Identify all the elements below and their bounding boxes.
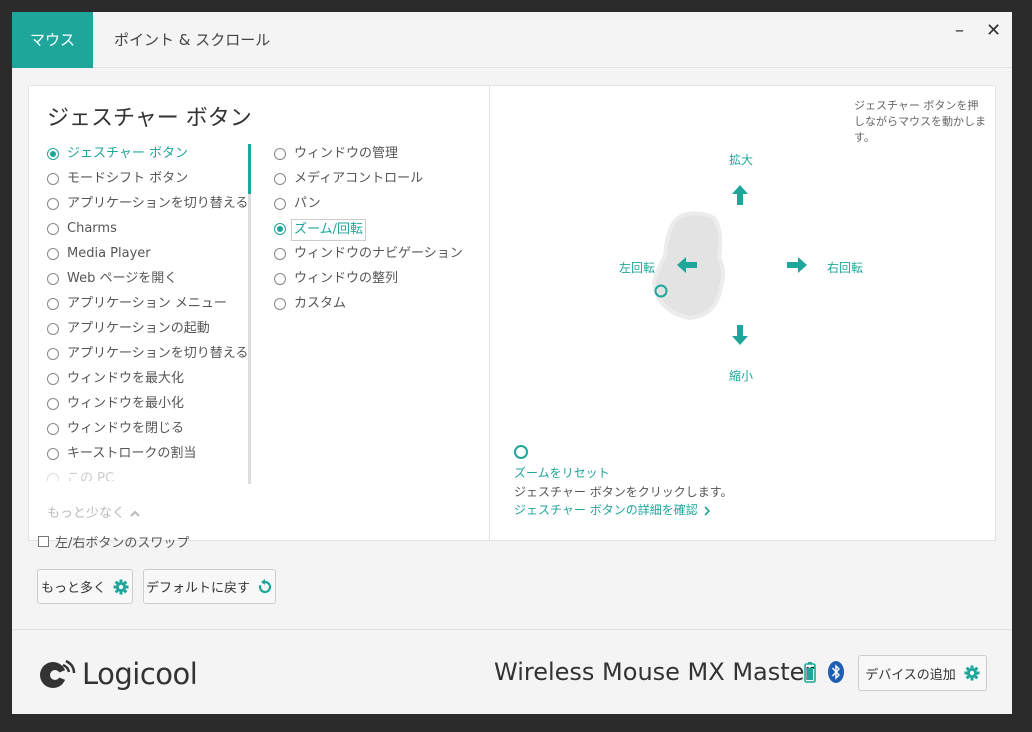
- show-less-button[interactable]: もっと少なく: [47, 502, 141, 521]
- options-window: マウス ポイント & スクロール – ✕ ジェスチャー ボタン ジェスチャー ボ…: [12, 12, 1012, 714]
- radio-icon: [47, 248, 59, 260]
- list-item[interactable]: この PC: [47, 469, 248, 481]
- zoom-in-label: 拡大: [729, 153, 754, 167]
- panel-title: ジェスチャー ボタン: [47, 106, 252, 131]
- reset-zoom-description: ジェスチャー ボタンをクリックします。: [514, 485, 733, 499]
- add-device-button[interactable]: デバイスの追加: [858, 655, 987, 691]
- zoom-out-label: 縮小: [729, 369, 754, 383]
- list-item[interactable]: ウィンドウの整列: [274, 269, 463, 294]
- tab-point-scroll[interactable]: ポイント & スクロール: [114, 12, 270, 68]
- list-item[interactable]: ウィンドウの管理: [274, 144, 463, 169]
- swap-buttons-checkbox[interactable]: 左/右ボタンのスワップ: [38, 533, 189, 549]
- radio-icon: [47, 348, 59, 360]
- list-item[interactable]: キーストロークの割当: [47, 444, 248, 469]
- radio-icon: [47, 423, 59, 435]
- list-item[interactable]: Media Player: [47, 244, 248, 269]
- more-button[interactable]: もっと多く: [37, 569, 133, 604]
- radio-icon: [47, 373, 59, 385]
- footer: Logicool Wireless Mouse MX Master デバイスの追…: [12, 629, 1012, 714]
- radio-selected-icon: [274, 223, 286, 235]
- list-item[interactable]: Charms: [47, 219, 248, 244]
- radio-icon: [274, 298, 286, 310]
- list-item[interactable]: カスタム: [274, 294, 463, 319]
- radio-icon: [47, 173, 59, 185]
- radio-icon: [47, 298, 59, 310]
- list-item[interactable]: アプリケーション メニュー: [47, 294, 248, 319]
- list-item[interactable]: ウィンドウを最小化: [47, 394, 248, 419]
- minimize-button[interactable]: –: [955, 20, 964, 41]
- rotate-left-label: 左回転: [619, 261, 656, 275]
- list-item[interactable]: ジェスチャー ボタン: [47, 144, 248, 169]
- list-item[interactable]: アプリケーションの起動: [47, 319, 248, 344]
- action-list-pane: ジェスチャー ボタン ジェスチャー ボタン モードシフト ボタン アプリケーショ…: [29, 86, 490, 540]
- restore-default-button[interactable]: デフォルトに戻す: [143, 569, 276, 604]
- action-list-left: ジェスチャー ボタン モードシフト ボタン アプリケーションを切り替える Cha…: [47, 144, 248, 481]
- list-scrollbar-thumb[interactable]: [248, 144, 251, 194]
- radio-icon: [47, 323, 59, 335]
- reset-zoom-title: ズームをリセット: [514, 466, 610, 480]
- bluetooth-icon: [828, 661, 844, 683]
- rotate-right-label: 右回転: [827, 261, 864, 275]
- list-item[interactable]: ウィンドウを最大化: [47, 369, 248, 394]
- reset-icon: [258, 578, 272, 593]
- list-item[interactable]: モードシフト ボタン: [47, 169, 248, 194]
- close-button[interactable]: ✕: [986, 20, 1001, 41]
- reset-zoom-icon: [514, 445, 528, 459]
- gesture-details-link[interactable]: ジェスチャー ボタンの詳細を確認: [514, 501, 712, 518]
- arrow-right-icon: [787, 257, 807, 273]
- arrow-down-icon: [732, 325, 748, 345]
- radio-selected-icon: [47, 148, 59, 160]
- chevron-up-icon: [130, 510, 140, 517]
- arrow-left-icon: [677, 257, 697, 273]
- device-name: Wireless Mouse MX Master: [494, 658, 815, 686]
- action-list-right: ウィンドウの管理 メディアコントロール パン ズーム/回転 ウィンドウのナビゲー…: [274, 144, 463, 319]
- radio-icon: [274, 198, 286, 210]
- gear-icon: [964, 665, 980, 681]
- list-item[interactable]: メディアコントロール: [274, 169, 463, 194]
- list-item[interactable]: ズーム/回転: [274, 219, 463, 244]
- tab-mouse[interactable]: マウス: [12, 12, 93, 68]
- list-item[interactable]: パン: [274, 194, 463, 219]
- chevron-right-icon: [703, 505, 710, 516]
- logicool-logo: Logicool: [38, 657, 198, 691]
- logicool-logo-icon: [40, 659, 76, 688]
- checkbox-icon: [38, 535, 49, 547]
- list-item[interactable]: ウィンドウを閉じる: [47, 419, 248, 444]
- list-scrollbar-track[interactable]: [248, 144, 251, 484]
- list-item[interactable]: アプリケーションを切り替える: [47, 194, 248, 219]
- radio-icon: [47, 198, 59, 210]
- radio-icon: [47, 473, 59, 481]
- radio-icon: [274, 173, 286, 185]
- radio-icon: [47, 223, 59, 235]
- battery-icon: [804, 662, 816, 683]
- radio-icon: [274, 248, 286, 260]
- radio-icon: [47, 448, 59, 460]
- radio-icon: [274, 273, 286, 285]
- gear-icon: [113, 579, 129, 594]
- radio-icon: [47, 398, 59, 410]
- radio-icon: [47, 273, 59, 285]
- arrow-up-icon: [732, 185, 748, 205]
- list-item[interactable]: アプリケーションを切り替える: [47, 344, 248, 369]
- gesture-panel: ジェスチャー ボタン ジェスチャー ボタン モードシフト ボタン アプリケーショ…: [28, 85, 996, 541]
- gesture-hint: ジェスチャー ボタンを押しながらマウスを動かします。: [854, 99, 986, 144]
- list-item[interactable]: ウィンドウのナビゲーション: [274, 244, 463, 269]
- list-item[interactable]: Web ページを開く: [47, 269, 248, 294]
- radio-icon: [274, 148, 286, 160]
- top-bar: マウス ポイント & スクロール – ✕: [12, 12, 1012, 68]
